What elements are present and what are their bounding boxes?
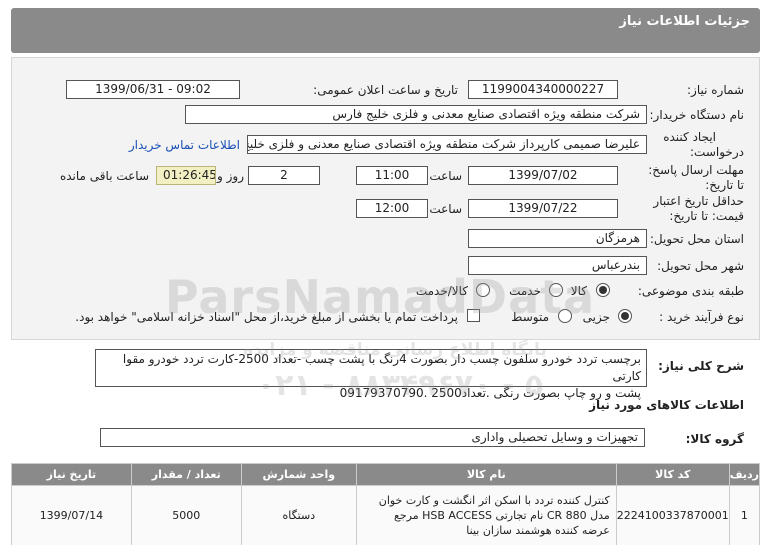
table-header-row: ردیف کد کالا نام کالا واحد شمارش تعداد /… bbox=[11, 463, 761, 486]
creator-label-line1: ایجاد کننده bbox=[663, 130, 716, 144]
cell-row: 1 bbox=[728, 485, 761, 545]
process-label: نوع فرآیند خرید : bbox=[659, 310, 744, 324]
table-row[interactable]: 1 2224100337870001 کنترل کننده تردد با ا… bbox=[11, 485, 761, 545]
days-label: روز و bbox=[217, 169, 244, 183]
col-header-unit: واحد شمارش bbox=[240, 463, 357, 486]
validity-label-line2: قیمت: تا تاریخ: bbox=[669, 209, 744, 223]
cell-code: 2224100337870001 bbox=[615, 485, 730, 545]
watermark-tagline: پایگاه اطلاع رسانی مناقصه و مزایده bbox=[243, 340, 547, 360]
watermark-phone: ۰۲۱ - ۸۸۳۴۹۶۷۰ - ۵ bbox=[256, 368, 544, 403]
announce-label: تاریخ و ساعت اعلان عمومی: bbox=[313, 83, 458, 97]
city-label: شهر محل تحویل: bbox=[657, 259, 744, 273]
need-number-label: شماره نیاز: bbox=[687, 83, 744, 97]
buyer-contact-link[interactable]: اطلاعات تماس خریدار bbox=[129, 138, 240, 152]
page-title: جزئیات اطلاعات نیاز bbox=[619, 14, 750, 29]
goods-group-label: گروه کالا: bbox=[685, 432, 744, 446]
deadline-date-field: 1399/07/02 bbox=[468, 166, 618, 185]
deadline-label-line2: تا تاریخ: bbox=[705, 178, 744, 192]
province-label: استان محل تحویل: bbox=[649, 232, 744, 246]
creator-field: علیرضا صمیمی کارپرداز شرکت منطقه ویژه اق… bbox=[247, 135, 647, 154]
remaining-label: ساعت باقی مانده bbox=[59, 169, 149, 183]
validity-date-field: 1399/07/22 bbox=[468, 199, 618, 218]
buyer-field: شرکت منطقه ویژه اقتصادی صنایع معدنی و فل… bbox=[185, 105, 647, 124]
buyer-label: نام دستگاه خریدار: bbox=[649, 108, 745, 122]
cell-date: 1399/07/14 bbox=[11, 485, 132, 545]
cell-qty: 5000 bbox=[130, 485, 242, 545]
items-table: ردیف کد کالا نام کالا واحد شمارش تعداد /… bbox=[11, 463, 761, 545]
cell-unit: دستگاه bbox=[240, 485, 357, 545]
deadline-time-field: 11:00 bbox=[356, 166, 428, 185]
days-remaining-field: 2 bbox=[248, 166, 320, 185]
items-section-title: اطلاعات کالاهای مورد نیاز bbox=[589, 398, 744, 412]
validity-label-line1: حداقل تاریخ اعتبار bbox=[653, 194, 744, 208]
col-header-name: نام کالا bbox=[355, 463, 617, 486]
deadline-time-label: ساعت bbox=[429, 169, 462, 183]
province-field: هرمزگان bbox=[468, 229, 647, 248]
validity-time-label: ساعت bbox=[429, 202, 462, 216]
deadline-label-line1: مهلت ارسال پاسخ: bbox=[648, 163, 744, 177]
need-number-field: 1199004340000227 bbox=[468, 80, 618, 99]
announce-field: 1399/06/31 - 09:02 bbox=[66, 80, 240, 99]
validity-time-field: 12:00 bbox=[356, 199, 428, 218]
watermark-brand: ParsNamadData bbox=[164, 270, 596, 324]
col-header-qty: تعداد / مقدار bbox=[130, 463, 242, 486]
cell-name: کنترل کننده تردد با اسکن اثر انگشت و کار… bbox=[355, 485, 617, 545]
category-label: طبقه بندی موضوعی: bbox=[637, 284, 744, 298]
description-label: شرح کلی نیاز: bbox=[658, 359, 744, 373]
col-header-row: ردیف bbox=[728, 463, 761, 486]
goods-group-field: تجهیزات و وسایل تحصیلی واداری bbox=[100, 428, 645, 447]
countdown-timer: 01:26:45 bbox=[156, 166, 216, 185]
process-radio-minor[interactable] bbox=[618, 309, 632, 323]
col-header-date: تاریخ نیاز bbox=[11, 463, 132, 486]
creator-label-line2: درخواست: bbox=[690, 145, 744, 159]
col-header-code: کد کالا bbox=[615, 463, 730, 486]
